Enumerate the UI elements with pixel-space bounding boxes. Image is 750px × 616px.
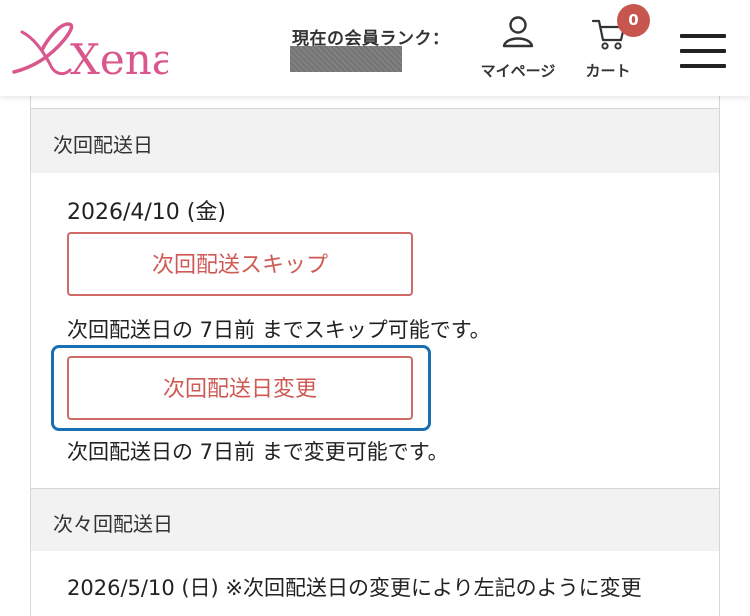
skip-next-delivery-button[interactable]: 次回配送スキップ bbox=[67, 232, 413, 296]
menu-icon[interactable] bbox=[680, 34, 726, 68]
following-delivery-header: 次々回配送日 bbox=[31, 488, 719, 551]
user-icon bbox=[502, 16, 534, 48]
member-rank-value-redacted bbox=[290, 46, 402, 72]
next-delivery-header: 次回配送日 bbox=[31, 108, 719, 173]
mypage-label: マイページ bbox=[480, 62, 556, 80]
change-deadline-note: 次回配送日の 7日前 まで変更可能です。 bbox=[67, 440, 449, 464]
site-header: Xena 現在の会員ランク： マイページ 0 カート bbox=[0, 0, 750, 96]
next-delivery-heading: 次回配送日 bbox=[53, 133, 153, 157]
menu-bar bbox=[680, 34, 726, 38]
next-delivery-date: 2026/4/10 (金) bbox=[67, 200, 226, 225]
xena-logo[interactable]: Xena bbox=[8, 18, 177, 84]
menu-bar bbox=[680, 49, 726, 53]
skip-deadline-note: 次回配送日の 7日前 までスキップ可能です。 bbox=[67, 318, 491, 342]
cart-count-badge: 0 bbox=[617, 4, 650, 37]
menu-bar bbox=[680, 64, 726, 68]
following-delivery-date: 2026/5/10 (日) ※次回配送日の変更により左記のように変更 bbox=[67, 576, 642, 600]
cart-label: カート bbox=[585, 62, 631, 80]
svg-text:Xena: Xena bbox=[70, 35, 168, 78]
cart-button[interactable]: 0 カート bbox=[576, 4, 650, 84]
following-delivery-heading: 次々回配送日 bbox=[53, 512, 173, 536]
mypage-button[interactable]: マイページ bbox=[470, 14, 566, 84]
change-delivery-date-button[interactable]: 次回配送日変更 bbox=[67, 356, 413, 420]
delivery-panel: 次回配送日 2026/4/10 (金) 次回配送スキップ 次回配送日の 7日前 … bbox=[30, 96, 720, 616]
